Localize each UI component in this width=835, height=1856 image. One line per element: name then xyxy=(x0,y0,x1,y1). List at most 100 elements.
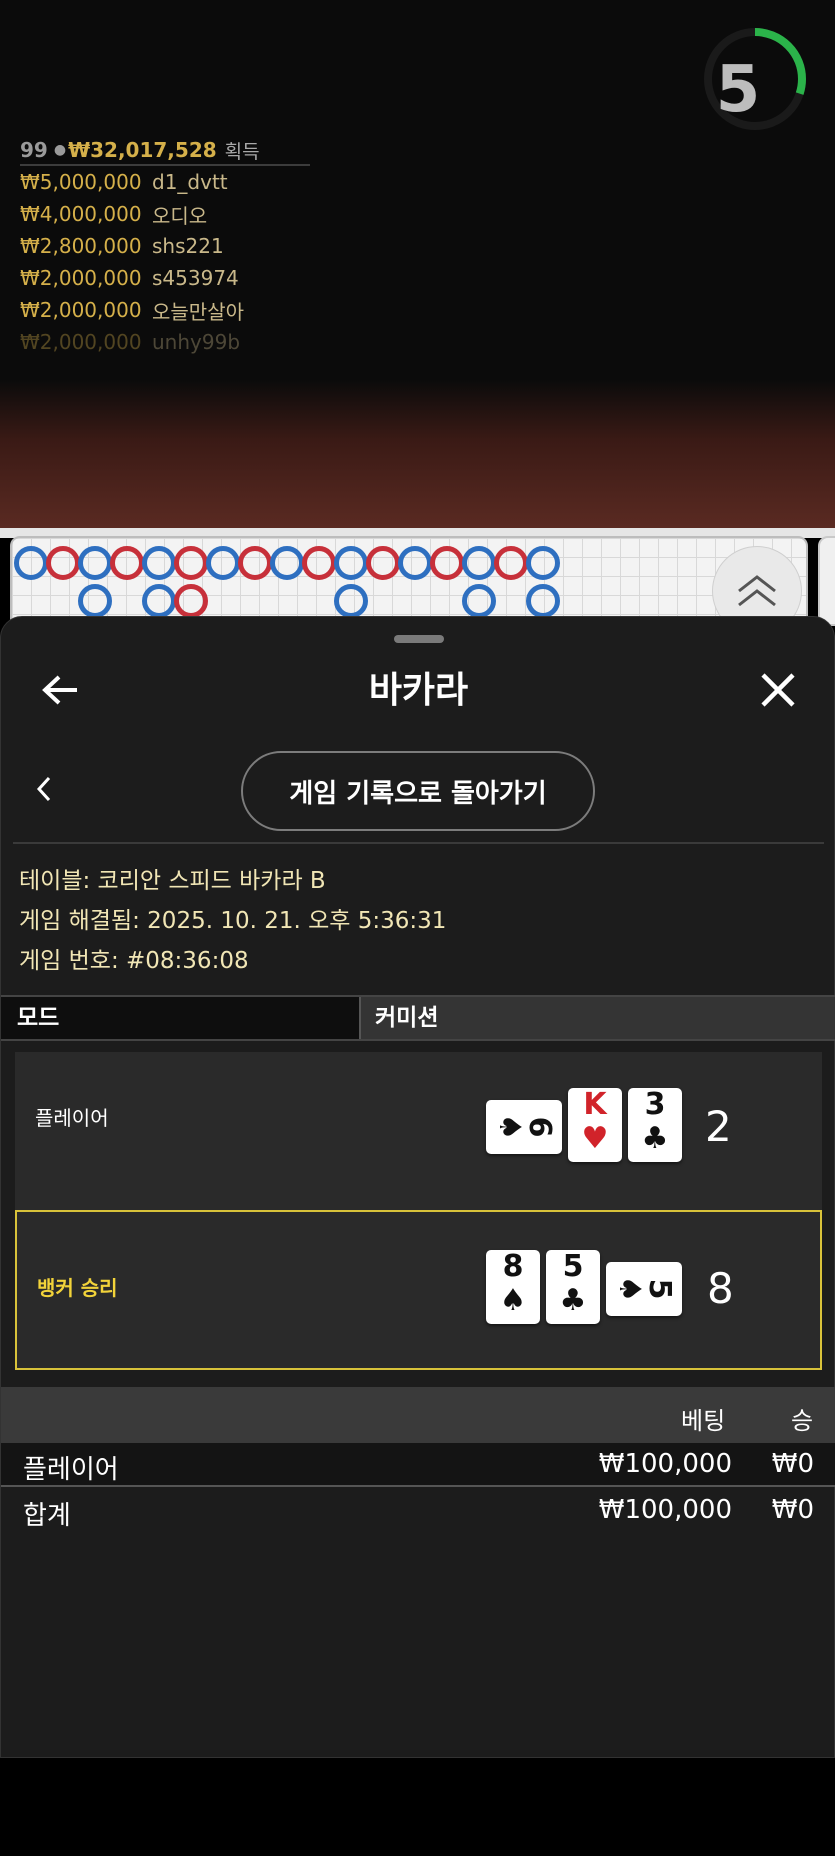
bet-row: 플레이어 ₩100,000 ₩0 xyxy=(1,1443,835,1487)
card-rank: 6 xyxy=(522,1116,557,1138)
banker-bead xyxy=(174,546,208,580)
card-suit-icon: ♠ xyxy=(499,1283,527,1318)
game-info: 테이블: 코리안 스피드 바카라 B 게임 해결됨: 2025. 10. 21.… xyxy=(19,861,446,981)
road-side-panel xyxy=(818,536,835,626)
banker-hand-label: 뱅커 승리 xyxy=(37,1276,118,1300)
banker-bead xyxy=(46,546,80,580)
game-video-area: 5 99 ● ₩32,017,528 획득 ₩5,000,000 d1_dvtt… xyxy=(0,0,835,530)
winner-amount: ₩5,000,000 xyxy=(20,170,142,194)
card-rank: K xyxy=(583,1087,607,1122)
winner-name: d1_dvtt xyxy=(152,170,228,194)
round-results: 플레이어 6 ♠ K ♥ 3 ♣ 2 뱅커 승리 8 ♠ 5 ♣ 5 ♠ 8 xyxy=(15,1052,822,1370)
player-bead xyxy=(462,584,496,618)
winners-leaderboard: 99 ● ₩32,017,528 획득 ₩5,000,000 d1_dvtt ₩… xyxy=(20,136,310,358)
player-bead xyxy=(334,546,368,580)
banker-score: 8 xyxy=(707,1264,734,1313)
table-name: 테이블: 코리안 스피드 바카라 B xyxy=(19,868,326,894)
bet-total-row: 합계 ₩100,000 ₩0 xyxy=(1,1489,835,1533)
player-hand-label: 플레이어 xyxy=(35,1106,109,1130)
card-rank: 5 xyxy=(642,1278,677,1300)
banker-bead xyxy=(430,546,464,580)
banker-bead xyxy=(238,546,272,580)
winner-list: ₩5,000,000 d1_dvtt ₩4,000,000 오디오 ₩2,800… xyxy=(20,166,310,358)
win-amount: ₩0 xyxy=(771,1449,814,1479)
card-rank: 5 xyxy=(562,1249,584,1284)
player-bead xyxy=(334,584,368,618)
player-score: 2 xyxy=(705,1102,732,1151)
winner-row: ₩4,000,000 오디오 xyxy=(20,198,310,230)
playing-card: 5 ♠ xyxy=(606,1262,682,1316)
banker-bead xyxy=(494,546,528,580)
player-bead xyxy=(206,546,240,580)
banker-bead xyxy=(366,546,400,580)
mode-row: 모드 커미션 xyxy=(1,995,835,1041)
card-rank: 8 xyxy=(502,1249,524,1284)
mode-value: 커미션 xyxy=(361,997,835,1039)
total-winnings: ₩32,017,528 xyxy=(68,138,217,162)
player-bead xyxy=(526,584,560,618)
total-win-amount: ₩0 xyxy=(771,1495,814,1525)
card-suit-icon: ♣ xyxy=(559,1283,587,1318)
close-button[interactable] xyxy=(753,665,803,715)
double-chevron-up-icon xyxy=(738,575,776,607)
winner-amount: ₩4,000,000 xyxy=(20,202,142,226)
card-suit-icon: ♣ xyxy=(641,1121,669,1156)
bet-amount: ₩100,000 xyxy=(598,1449,732,1479)
game-history-sheet: 바카라 게임 기록으로 돌아가기 테이블: 코리안 스피드 바카라 B 게임 해… xyxy=(0,616,835,1758)
leaderboard-header: 99 ● ₩32,017,528 획득 xyxy=(20,136,310,166)
player-bead xyxy=(78,546,112,580)
total-label: 합계 xyxy=(23,1501,71,1531)
banker-bead xyxy=(110,546,144,580)
gain-label: 획득 xyxy=(224,140,260,163)
winner-amount: ₩2,800,000 xyxy=(20,234,142,258)
player-bead xyxy=(462,546,496,580)
winner-name: unhy99b xyxy=(152,330,241,354)
player-bead xyxy=(142,546,176,580)
chevron-left-icon xyxy=(36,776,51,802)
mode-label: 모드 xyxy=(1,997,361,1039)
back-to-history-button[interactable]: 게임 기록으로 돌아가기 xyxy=(241,751,595,831)
banker-hand-row: 뱅커 승리 8 ♠ 5 ♣ 5 ♠ 8 xyxy=(15,1210,822,1370)
playing-card: 3 ♣ xyxy=(628,1088,682,1162)
playing-card: 8 ♠ xyxy=(486,1250,540,1324)
banker-bead xyxy=(174,584,208,618)
winner-amount: ₩2,000,000 xyxy=(20,330,142,354)
previous-button[interactable] xyxy=(27,769,61,809)
winner-name: 오디오 xyxy=(152,203,208,228)
player-count: 99 xyxy=(20,138,48,162)
player-bead xyxy=(78,584,112,618)
player-bead xyxy=(142,584,176,618)
win-column-header: 승 xyxy=(791,1407,814,1435)
winner-amount: ₩2,000,000 xyxy=(20,266,142,290)
bottom-bar xyxy=(0,1758,835,1856)
bet-name: 플레이어 xyxy=(23,1455,119,1485)
countdown-value: 5 xyxy=(715,53,761,127)
winner-row: ₩2,800,000 shs221 xyxy=(20,230,310,262)
playing-card: K ♥ xyxy=(568,1088,622,1162)
player-bead xyxy=(270,546,304,580)
resolved-time: 게임 해결됨: 2025. 10. 21. 오후 5:36:31 xyxy=(19,908,447,934)
playing-card: 5 ♣ xyxy=(546,1250,600,1324)
sheet-title: 바카라 xyxy=(368,670,469,711)
player-hand-row: 플레이어 6 ♠ K ♥ 3 ♣ 2 xyxy=(15,1052,822,1212)
winner-name: 오늘만살아 xyxy=(152,299,244,324)
close-icon xyxy=(761,673,795,707)
playing-card: 6 ♠ xyxy=(486,1100,562,1154)
bet-column-header: 베팅 xyxy=(681,1407,726,1435)
card-suit-icon: ♠ xyxy=(492,1113,527,1141)
winner-row: ₩2,000,000 오늘만살아 xyxy=(20,294,310,326)
bets-table-header: 베팅 승 xyxy=(1,1387,835,1443)
player-bead xyxy=(14,546,48,580)
winner-name: s453974 xyxy=(152,266,239,290)
card-suit-icon: ♥ xyxy=(581,1121,609,1156)
banker-bead xyxy=(302,546,336,580)
winner-row: ₩5,000,000 d1_dvtt xyxy=(20,166,310,198)
game-number: 게임 번호: #08:36:08 xyxy=(19,948,249,974)
winner-row: ₩2,000,000 s453974 xyxy=(20,262,310,294)
sheet-drag-handle[interactable] xyxy=(394,635,444,643)
winner-row: ₩2,000,000 unhy99b xyxy=(20,326,310,358)
player-bead xyxy=(398,546,432,580)
player-bead xyxy=(526,546,560,580)
divider xyxy=(13,842,824,844)
winner-name: shs221 xyxy=(152,234,224,258)
